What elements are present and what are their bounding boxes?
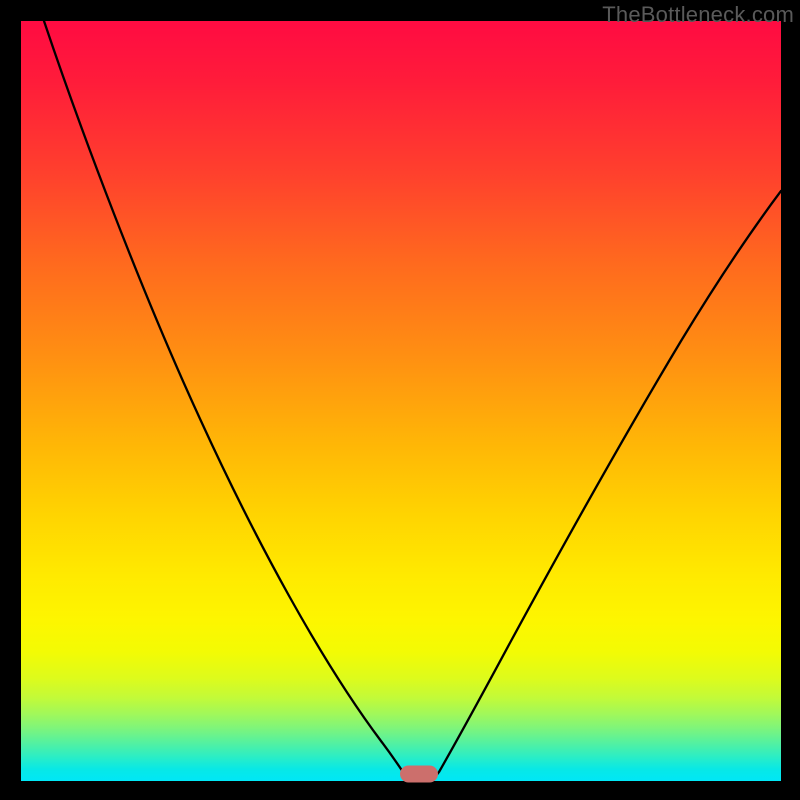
watermark: TheBottleneck.com [602, 2, 794, 28]
chart-container: TheBottleneck.com [0, 0, 800, 800]
plot-gradient-background [21, 21, 781, 781]
optimum-marker [400, 766, 438, 783]
